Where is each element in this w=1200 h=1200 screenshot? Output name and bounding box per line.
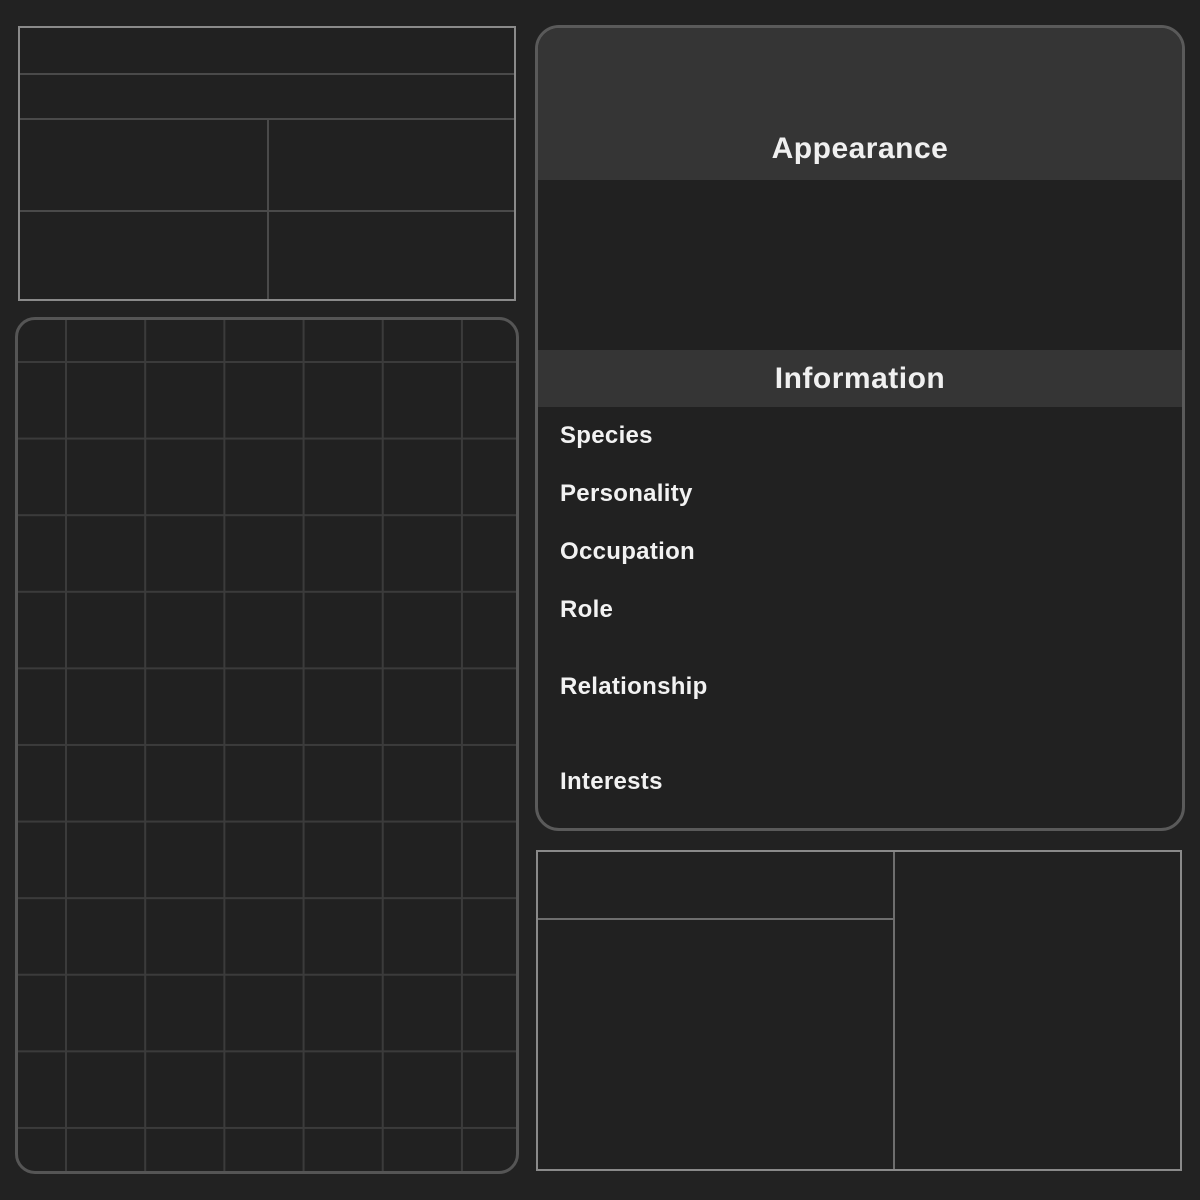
field-label-relationship: Relationship (560, 673, 708, 700)
table-column-divider (267, 118, 269, 299)
grid-panel (15, 317, 519, 1174)
appearance-body (541, 180, 1179, 350)
profile-card: Appearance Information Species Personali… (535, 25, 1185, 831)
field-label-species: Species (560, 422, 653, 449)
field-label-role: Role (560, 596, 614, 623)
table-row-divider (20, 73, 514, 75)
field-label-occupation: Occupation (560, 538, 696, 565)
top-left-table (18, 26, 516, 301)
appearance-title: Appearance (771, 132, 949, 165)
information-header: Information (538, 350, 1182, 407)
field-label-personality: Personality (560, 480, 693, 507)
table-column-divider (893, 852, 895, 1169)
field-label-interests: Interests (560, 768, 663, 795)
table-row-divider (538, 918, 895, 920)
bottom-right-table (536, 850, 1182, 1171)
information-title: Information (774, 362, 946, 395)
appearance-header: Appearance (538, 28, 1182, 180)
